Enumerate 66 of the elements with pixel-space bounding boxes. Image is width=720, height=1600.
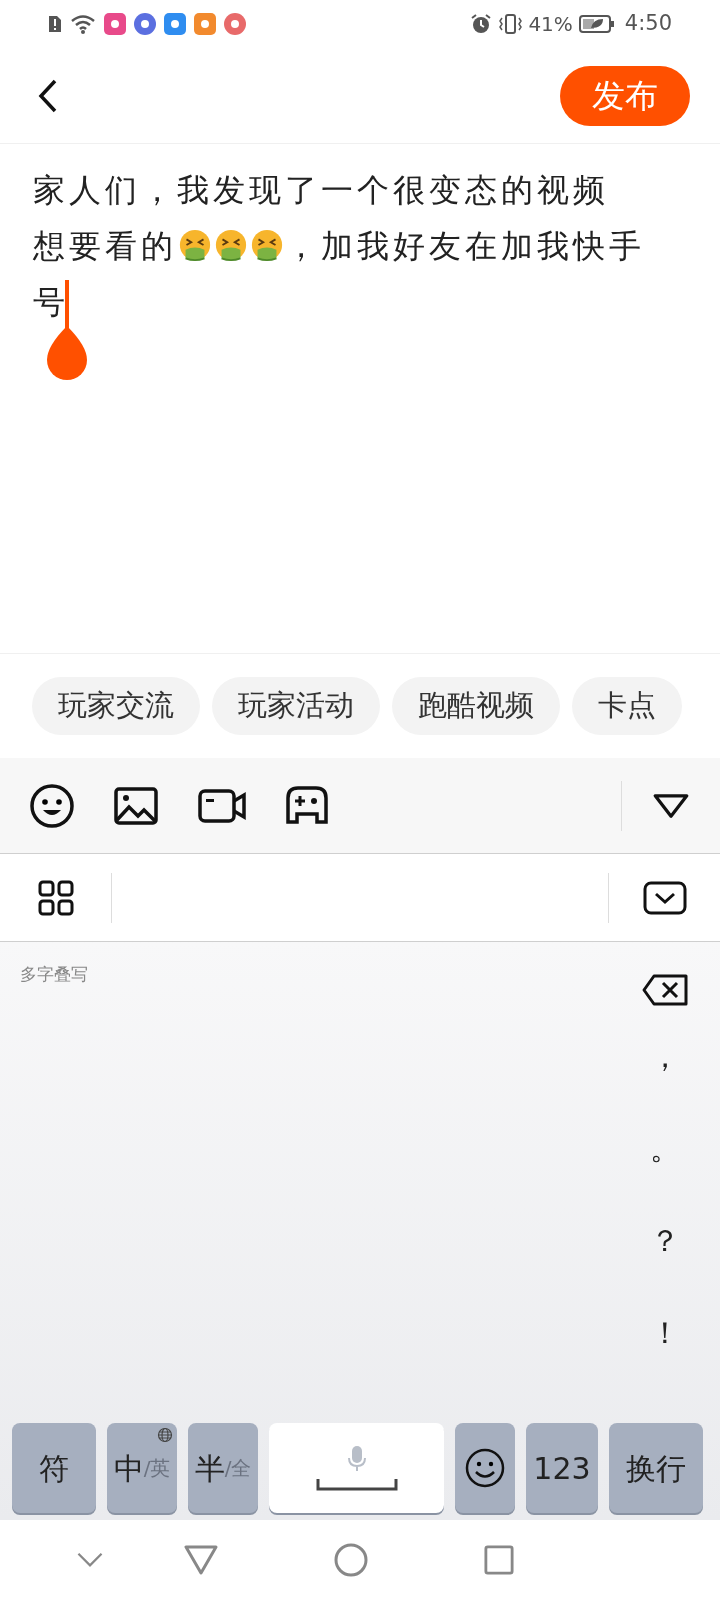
alarm-icon: [470, 13, 493, 35]
post-text: 想要看的: [33, 226, 177, 267]
globe-icon: [157, 1427, 173, 1443]
triangle-down-icon: [652, 792, 690, 819]
keyboard-key[interactable]: 中/英: [107, 1423, 177, 1513]
video-camera-icon: [198, 788, 246, 823]
smiley-icon: [465, 1448, 505, 1488]
app-notification-icon: [224, 13, 246, 35]
app-notification-icon: [134, 13, 156, 35]
image-button[interactable]: [114, 786, 158, 825]
image-icon: [114, 786, 158, 825]
app-notification-icon: [164, 13, 186, 35]
gamepad-icon: [286, 785, 328, 826]
battery-percentage: 41%: [528, 11, 573, 38]
punctuation-key[interactable]: ？: [635, 1194, 695, 1286]
key-sublabel: /全: [224, 1456, 252, 1480]
smiley-icon: [30, 783, 74, 828]
keyboard-key[interactable]: 半/全: [188, 1423, 258, 1513]
punctuation-key[interactable]: ，: [635, 1010, 695, 1102]
key-label: 半: [194, 1449, 225, 1488]
hide-keyboard-button[interactable]: [642, 880, 687, 915]
backspace-icon: [642, 974, 688, 1006]
app-notification-icon: [104, 13, 126, 35]
grid-icon: [37, 879, 74, 916]
key-sublabel: /英: [143, 1455, 171, 1482]
vibrate-icon: [498, 13, 523, 35]
post-text: 号: [33, 282, 69, 323]
space-bar-icon: [315, 1479, 398, 1491]
keyboard-key[interactable]: 123: [526, 1423, 598, 1513]
nauseated-face-icon: [250, 229, 284, 263]
back-nav-button[interactable]: [184, 1545, 218, 1575]
microphone-icon: [346, 1445, 367, 1473]
topic-chip[interactable]: 跑酷视频: [392, 677, 560, 735]
space-key[interactable]: [269, 1423, 444, 1513]
topic-chip[interactable]: 玩家活动: [212, 677, 380, 735]
hide-nav-button[interactable]: [76, 1552, 104, 1568]
punctuation-key[interactable]: ！: [635, 1286, 695, 1378]
emoji-button[interactable]: [30, 783, 74, 828]
game-button[interactable]: [286, 785, 328, 826]
handwriting-mode-label: 多字叠写: [20, 963, 88, 986]
keyboard-menu-button[interactable]: [37, 879, 74, 916]
video-button[interactable]: [198, 788, 246, 823]
nauseated-face-icon: [178, 229, 212, 263]
recents-nav-button[interactable]: [484, 1545, 514, 1575]
nauseated-face-icon: [214, 229, 248, 263]
key-label: 中: [113, 1449, 144, 1488]
punctuation-key[interactable]: 。: [635, 1102, 695, 1194]
topic-chip[interactable]: 卡点: [572, 677, 682, 735]
chevron-down-icon: [76, 1552, 104, 1568]
wifi-icon: [70, 14, 96, 34]
collapse-button[interactable]: [652, 792, 690, 819]
battery-icon: [578, 14, 615, 34]
keyboard-key[interactable]: 符: [12, 1423, 96, 1513]
clock-time: 4:50: [624, 10, 672, 38]
post-text: 家人们，我发现了一个很变态的视频: [33, 170, 609, 211]
home-nav-button[interactable]: [334, 1543, 368, 1577]
keyboard-key[interactable]: 换行: [609, 1423, 703, 1513]
emoji-key[interactable]: [455, 1423, 515, 1513]
app-notification-icon: [194, 13, 216, 35]
post-text: ，加我好友在加我快手: [285, 226, 645, 267]
chevron-down-box-icon: [642, 880, 687, 915]
triangle-icon: [184, 1545, 218, 1575]
sim-alert-icon: [48, 14, 62, 34]
topic-chip[interactable]: 玩家交流: [32, 677, 200, 735]
square-icon: [484, 1545, 514, 1575]
circle-icon: [334, 1543, 368, 1577]
